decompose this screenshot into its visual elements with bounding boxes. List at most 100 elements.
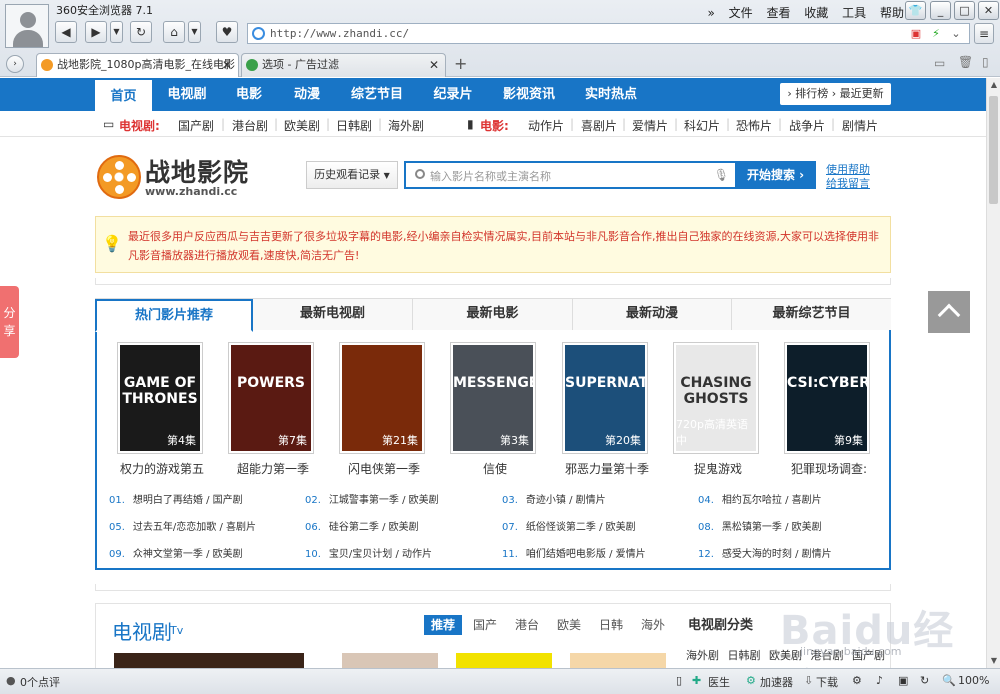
tab-latest-movie[interactable]: 最新电影	[413, 299, 573, 330]
nav-home[interactable]: 首页	[95, 78, 152, 111]
close-button[interactable]: ✕	[978, 1, 999, 20]
hot-list-item[interactable]: 09. 众神文堂第一季 / 欧美剧	[109, 545, 243, 560]
subnav-movie-item[interactable]: 战争片	[789, 117, 825, 134]
tv-thumbnail[interactable]	[456, 653, 552, 668]
microphone-icon[interactable]: 🎙	[714, 168, 729, 182]
tv-tab-jp-kr[interactable]: 日韩	[592, 615, 630, 635]
tab-latest-tv[interactable]: 最新电视剧	[253, 299, 413, 330]
tv-thumbnail[interactable]	[342, 653, 438, 668]
list-title[interactable]: 想明白了再结婚 / 国产剧	[133, 495, 243, 506]
poster-image[interactable]: GAME OF THRONES 第4集	[120, 345, 200, 451]
poster-title[interactable]: 超能力第一季	[218, 460, 328, 477]
history-dropdown[interactable]: 历史观看记录 ▼	[306, 161, 398, 189]
menu-help[interactable]: 帮助	[880, 6, 904, 20]
poster-image[interactable]: 第21集	[342, 345, 422, 451]
subnav-tv-item[interactable]: 日韩剧	[336, 117, 372, 134]
tv-tab-western[interactable]: 欧美	[550, 615, 588, 635]
nav-tv[interactable]: 电视剧	[160, 78, 214, 111]
address-bar[interactable]: http://www.zhandi.cc/ ▣ ⚡ ⌄	[247, 23, 970, 44]
hot-list-item[interactable]: 11. 咱们结婚吧电影版 / 爱情片	[502, 545, 646, 560]
zoom-level[interactable]: 100%	[958, 674, 989, 687]
list-title[interactable]: 宝贝/宝贝计划 / 动作片	[329, 549, 432, 560]
tv-tab-domestic[interactable]: 国产	[466, 615, 504, 635]
search-button[interactable]: 开始搜索 ›	[735, 161, 816, 189]
poster-card[interactable]: MESSENGERS 第3集	[450, 342, 536, 454]
hot-list-item[interactable]: 02. 江城警事第一季 / 欧美剧	[305, 491, 439, 506]
sound-icon[interactable]: ♪	[876, 674, 883, 687]
subnav-tv-item[interactable]: 海外剧	[388, 117, 424, 134]
comment-count[interactable]: 0个点评	[20, 674, 60, 690]
nav-documentary[interactable]: 纪录片	[426, 78, 480, 111]
tab-latest-anime[interactable]: 最新动漫	[573, 299, 732, 330]
lightning-icon[interactable]: ⚡	[928, 26, 944, 42]
history-icon[interactable]: ↻	[920, 674, 929, 687]
forward-dropdown-button[interactable]: ▼	[110, 21, 123, 43]
tab-options[interactable]: 选项 - 广告过滤 ✕	[241, 53, 446, 77]
poster-image[interactable]: CSI:CYBER 第9集	[787, 345, 867, 451]
nav-news[interactable]: 影视资讯	[494, 78, 564, 111]
list-title[interactable]: 感受大海的时刻 / 剧情片	[722, 549, 832, 560]
home-button[interactable]: ⌂	[163, 21, 185, 43]
poster-title[interactable]: 邪恶力量第十季	[552, 460, 662, 477]
refresh-button[interactable]: ↻	[130, 21, 152, 43]
tab-close-icon[interactable]: ✕	[222, 54, 232, 76]
help-link[interactable]: 使用帮助	[826, 163, 870, 177]
tv-tab-overseas[interactable]: 海外	[634, 615, 672, 635]
menu-file[interactable]: 文件	[729, 6, 753, 20]
phone-icon[interactable]: ▯	[676, 674, 682, 687]
site-logo[interactable]: 战地影院 www.zhandi.cc	[97, 153, 257, 205]
nav-variety[interactable]: 综艺节目	[342, 78, 412, 111]
list-title[interactable]: 江城警事第一季 / 欧美剧	[329, 495, 439, 506]
list-title[interactable]: 奇迹小镇 / 剧情片	[526, 495, 606, 506]
list-title[interactable]: 众神文堂第一季 / 欧美剧	[133, 549, 243, 560]
list-title[interactable]: 黑松镇第一季 / 欧美剧	[722, 522, 822, 533]
subnav-movie-item[interactable]: 爱情片	[632, 117, 668, 134]
hot-list-item[interactable]: 07. 纸俗怪谈第二季 / 欧美剧	[502, 518, 636, 533]
poster-card[interactable]: CSI:CYBER 第9集	[784, 342, 870, 454]
feedback-link[interactable]: 给我留言	[826, 177, 870, 191]
new-tab-plus-icon[interactable]: +	[454, 54, 467, 73]
tab-hot-recommend[interactable]: 热门影片推荐	[95, 299, 253, 332]
back-to-top-button[interactable]	[928, 291, 970, 333]
poster-card[interactable]: POWERS 第7集	[228, 342, 314, 454]
search-box[interactable]: 输入影片名称或主演名称 🎙	[404, 161, 735, 189]
tab-zhandi[interactable]: 战地影院_1080p高清电影_在线电影 ✕	[36, 53, 239, 77]
list-title[interactable]: 硅谷第二季 / 欧美剧	[329, 522, 419, 533]
subnav-movie-item[interactable]: 恐怖片	[736, 117, 772, 134]
hot-list-item[interactable]: 12. 感受大海的时刻 / 剧情片	[698, 545, 832, 560]
image-icon[interactable]: ▣	[898, 674, 908, 687]
sidebar-toggle-icon[interactable]: ▯	[982, 55, 989, 69]
forward-button[interactable]: ▶	[85, 21, 107, 43]
poster-title[interactable]: 捉鬼游戏	[663, 460, 773, 477]
download-button[interactable]: 下载	[816, 674, 838, 690]
url-text[interactable]: http://www.zhandi.cc/	[270, 27, 409, 40]
poster-card[interactable]: GAME OF THRONES 第4集	[117, 342, 203, 454]
tab-scroll-left-icon[interactable]: ›	[6, 55, 24, 73]
tv-category-item[interactable]: 海外剧	[686, 649, 719, 662]
scroll-up-icon[interactable]: ▲	[989, 80, 999, 90]
vertical-scrollbar[interactable]: ▲ ▼	[986, 78, 1000, 668]
tab-close-icon[interactable]: ✕	[429, 54, 439, 76]
subnav-tv-item[interactable]: 欧美剧	[284, 117, 320, 134]
accelerator-button[interactable]: 加速器	[760, 674, 793, 690]
poster-title[interactable]: 犯罪现场调查:	[774, 460, 884, 477]
tv-thumbnail[interactable]	[570, 653, 666, 668]
subnav-tv-item[interactable]: 港台剧	[232, 117, 268, 134]
back-button[interactable]: ◀	[55, 21, 77, 43]
skin-shirt-icon[interactable]: 👕	[905, 1, 926, 20]
hot-list-item[interactable]: 03. 奇迹小镇 / 剧情片	[502, 491, 606, 506]
list-title[interactable]: 过去五年/恋恋加歌 / 喜剧片	[133, 522, 256, 533]
favorite-heart-icon[interactable]: ♥	[216, 21, 238, 43]
tv-category-item[interactable]: 日韩剧	[728, 649, 761, 662]
list-title[interactable]: 咱们结婚吧电影版 / 爱情片	[526, 549, 646, 560]
subnav-movie-item[interactable]: 科幻片	[684, 117, 720, 134]
poster-image[interactable]: SUPERNATURAL 第20集	[565, 345, 645, 451]
hot-list-item[interactable]: 10. 宝贝/宝贝计划 / 动作片	[305, 545, 432, 560]
share-button[interactable]: 分享	[0, 286, 19, 358]
menu-view[interactable]: 查看	[766, 6, 790, 20]
rank-latest-links[interactable]: › 排行榜 › 最近更新	[780, 83, 891, 105]
settings-icon[interactable]: ⚙	[852, 674, 862, 687]
calendar-icon[interactable]: ▣	[908, 26, 924, 42]
poster-title[interactable]: 信使	[440, 460, 550, 477]
tv-tab-recommend[interactable]: 推荐	[424, 615, 462, 635]
